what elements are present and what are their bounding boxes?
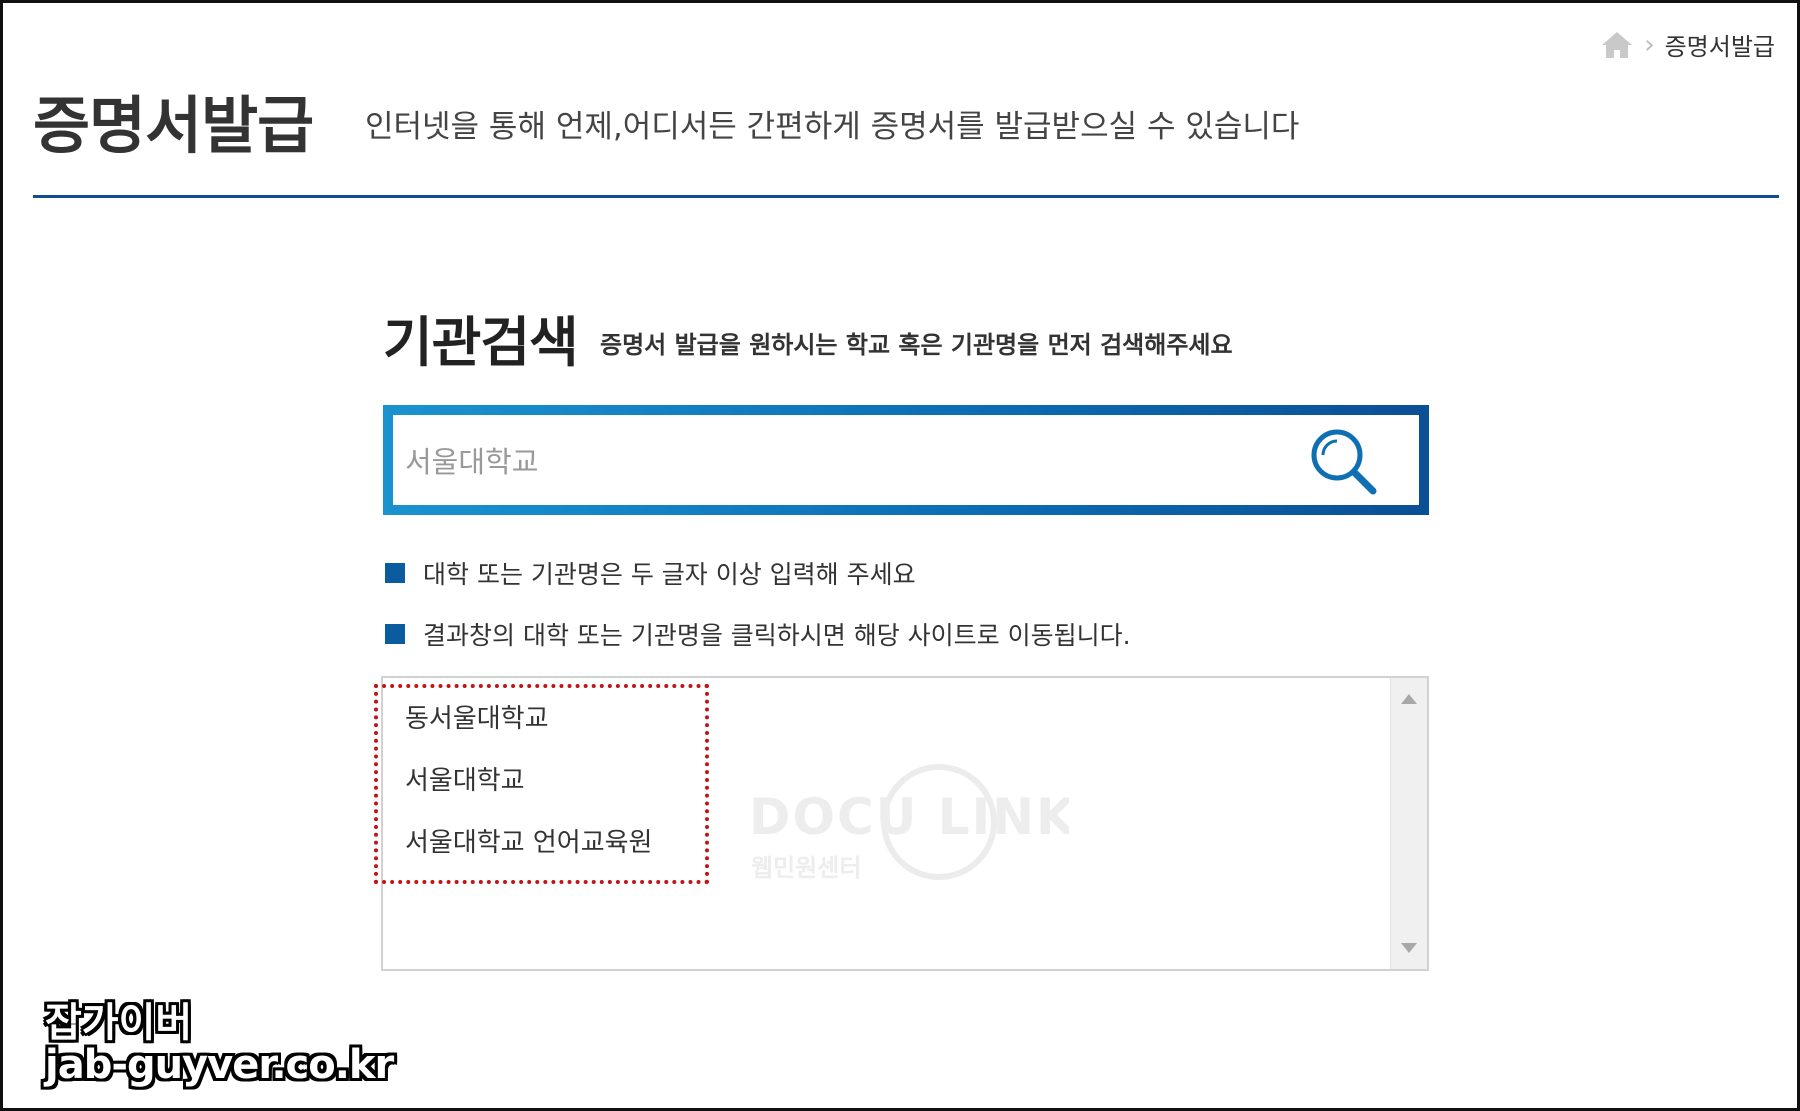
page-frame: › 증명서발급 증명서발급 인터넷을 통해 언제,어디서든 간편하게 증명서를 … — [0, 0, 1800, 1111]
search-section-title: 기관검색 — [383, 311, 579, 374]
doculink-watermark-logo: DOCU LINK 웹민원센터 — [749, 764, 1069, 882]
search-icon — [1307, 429, 1381, 502]
search-box — [383, 405, 1429, 515]
breadcrumb-separator: › — [1644, 29, 1655, 60]
search-note-text: 결과창의 대학 또는 기관명을 클릭하시면 해당 사이트로 이동됩니다. — [423, 621, 1131, 650]
scroll-down-arrow-icon[interactable] — [1401, 943, 1417, 953]
search-results-box: DOCU LINK 웹민원센터 동서울대학교 서울대학교 서울대학교 언어교육원 — [374, 676, 1429, 971]
page-description: 인터넷을 통해 언제,어디서든 간편하게 증명서를 발급받으실 수 있습니다 — [365, 109, 1300, 145]
site-watermark-url: jab-guyver.co.kr — [45, 1042, 394, 1088]
search-note-1: 대학 또는 기관명은 두 글자 이상 입력해 주세요 — [385, 555, 916, 591]
search-input[interactable] — [393, 415, 1285, 505]
breadcrumb-current[interactable]: 증명서발급 — [1665, 27, 1775, 62]
square-bullet-icon — [385, 624, 405, 644]
search-section-subtitle: 증명서 발급을 원하시는 학교 혹은 기관명을 먼저 검색해주세요 — [600, 331, 1233, 359]
results-scrollbar[interactable] — [1390, 678, 1427, 969]
svg-text:웹민원센터: 웹민원센터 — [751, 854, 861, 882]
svg-text:DOCU LINK: DOCU LINK — [749, 788, 1069, 846]
page-title: 증명서발급 — [33, 89, 314, 162]
search-button[interactable] — [1307, 425, 1381, 499]
search-note-text: 대학 또는 기관명은 두 글자 이상 입력해 주세요 — [423, 560, 916, 589]
header-divider — [33, 195, 1779, 198]
site-watermark: 잡가이버 jab-guyver.co.kr — [45, 1000, 394, 1088]
breadcrumb: › 증명서발급 — [1600, 27, 1775, 62]
search-box-inner — [393, 415, 1419, 505]
scroll-up-arrow-icon[interactable] — [1401, 694, 1417, 704]
square-bullet-icon — [385, 563, 405, 583]
search-note-2: 결과창의 대학 또는 기관명을 클릭하시면 해당 사이트로 이동됩니다. — [385, 616, 1131, 652]
highlight-annotation-box — [374, 684, 709, 884]
home-icon[interactable] — [1600, 30, 1634, 60]
site-watermark-name: 잡가이버 — [45, 1000, 193, 1046]
